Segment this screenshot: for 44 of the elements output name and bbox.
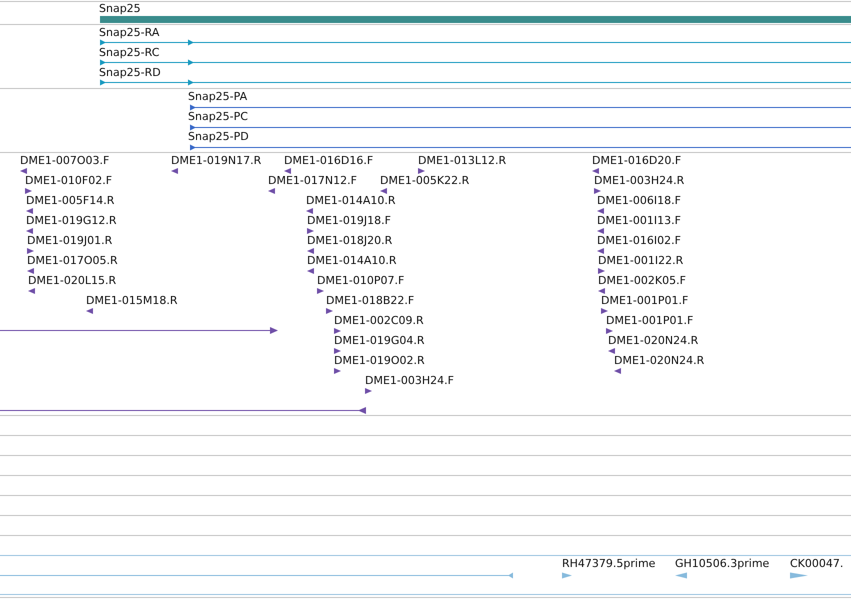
feature-label: DME1-016D20.F <box>592 154 682 167</box>
feature-label: DME1-003H24.R <box>594 174 684 187</box>
feature-label: DME1-019J01.R <box>27 234 112 247</box>
feature-label: Snap25 <box>99 2 141 15</box>
feature-label: DME1-015M18.R <box>86 294 178 307</box>
feature-label: DME1-001P01.F <box>601 294 688 307</box>
feature-label: DME1-019G04.R <box>334 334 425 347</box>
feature-label: DME1-010P07.F <box>317 274 404 287</box>
feature-label: DME1-002C09.R <box>334 314 424 327</box>
feature-label: DME1-005K22.R <box>380 174 470 187</box>
feature-label: Snap25-RC <box>99 46 160 59</box>
feature-label: DME1-020N24.R <box>614 354 704 367</box>
feature-label: Snap25-PD <box>188 130 249 143</box>
feature-label: DME1-016D16.F <box>284 154 374 167</box>
feature-label: Snap25-RD <box>99 66 161 79</box>
feature-label: DME1-019J18.F <box>307 214 391 227</box>
feature-label: GH10506.3prime <box>675 557 770 570</box>
feature-label: DME1-007O03.F <box>20 154 110 167</box>
feature-label: DME1-018J20.R <box>307 234 392 247</box>
feature-label: DME1-002K05.F <box>598 274 686 287</box>
feature-label: Snap25-PC <box>188 110 248 123</box>
feature-label: DME1-001P01.F <box>606 314 694 327</box>
feature-label: DME1-020N24.R <box>608 334 698 347</box>
feature-label: Snap25-RA <box>99 26 160 39</box>
feature-label: DME1-020L15.R <box>28 274 116 287</box>
feature-label: DME1-010F02.F <box>25 174 112 187</box>
feature-label: DME1-014A10.R <box>306 194 396 207</box>
feature-label: CK00047. <box>790 557 844 570</box>
feature-label: DME1-019G12.R <box>26 214 117 227</box>
feature-label: DME1-019N17.R <box>171 154 262 167</box>
feature-label: DME1-003H24.F <box>365 374 454 387</box>
feature-label: DME1-001I13.F <box>597 214 681 227</box>
feature-label: DME1-018B22.F <box>326 294 414 307</box>
feature-label: DME1-014A10.R <box>307 254 397 267</box>
feature-label: Snap25-PA <box>188 90 248 103</box>
feature-label: DME1-017N12.F <box>268 174 357 187</box>
feature-label: DME1-005F14.R <box>26 194 114 207</box>
feature-label: DME1-016I02.F <box>597 234 681 247</box>
feature-label: DME1-017O05.R <box>27 254 118 267</box>
feature-label: DME1-019O02.R <box>334 354 425 367</box>
feature-label: RH47379.5prime <box>562 557 656 570</box>
feature-label: DME1-001I22.R <box>598 254 684 267</box>
feature-label: DME1-006I18.F <box>597 194 681 207</box>
feature-label: DME1-013L12.R <box>418 154 506 167</box>
